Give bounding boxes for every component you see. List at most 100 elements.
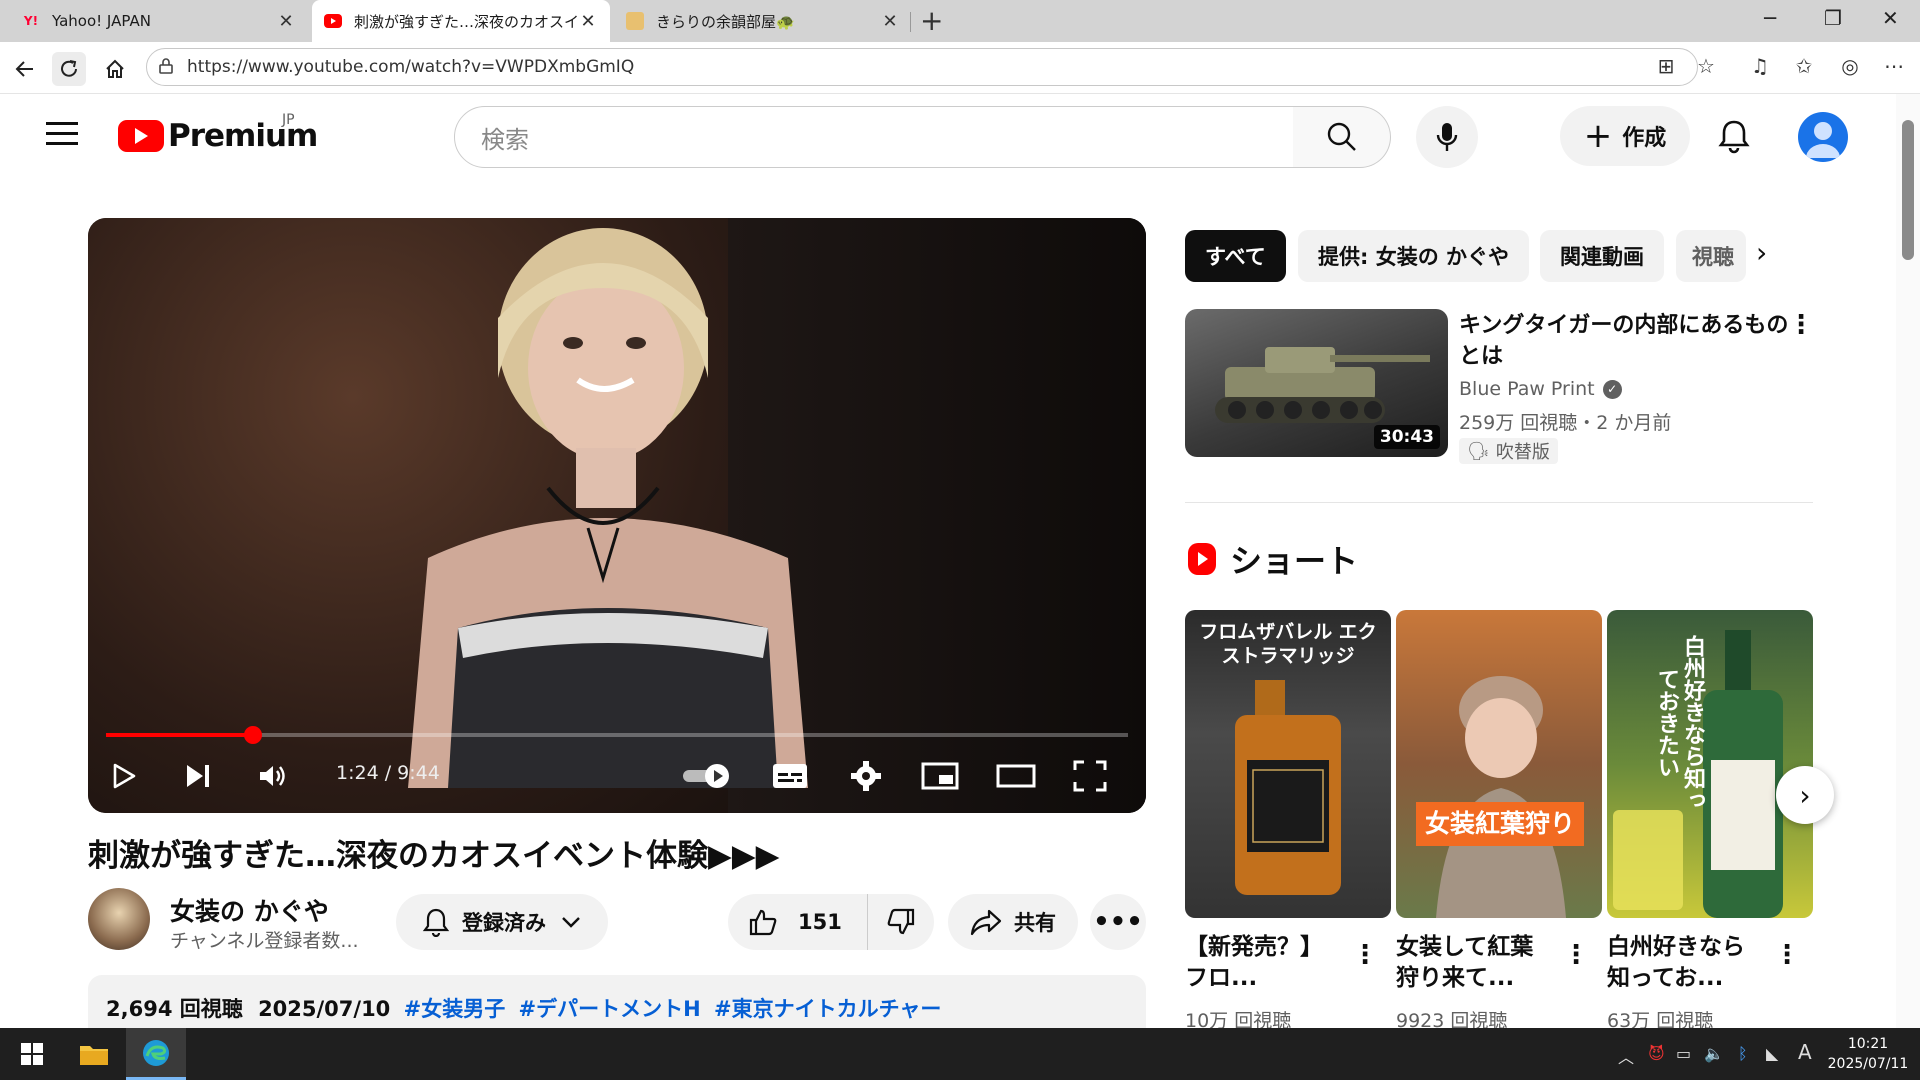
create-button[interactable]: + 作成 xyxy=(1560,106,1690,166)
tab-kirari[interactable]: きらりの余韻部屋🐢 ✕ xyxy=(614,0,912,42)
more-vertical-icon[interactable]: ⋮ xyxy=(1774,940,1800,970)
clock-date: 2025/07/11 xyxy=(1827,1056,1909,1072)
chip-related[interactable]: 関連動画 xyxy=(1540,230,1664,282)
fullscreen-icon xyxy=(1073,760,1107,792)
clock-time: 10:21 xyxy=(1847,1036,1889,1052)
chip-all[interactable]: すべて xyxy=(1185,230,1286,282)
time-display: 1:24 / 9:44 xyxy=(336,762,440,784)
folder-icon xyxy=(80,1046,108,1065)
search-button[interactable] xyxy=(1293,106,1391,168)
tab-title: Yahoo! JAPAN xyxy=(52,12,151,30)
new-tab-button[interactable]: + xyxy=(920,4,943,37)
volume-button[interactable] xyxy=(252,756,296,796)
menu-icon[interactable] xyxy=(46,122,78,146)
favorites-icon[interactable]: ✩ xyxy=(1790,54,1818,78)
voice-search-button[interactable] xyxy=(1416,106,1478,168)
short-title[interactable]: 女装して紅葉狩り来て... xyxy=(1396,932,1556,994)
bluetooth-icon[interactable]: ᛒ xyxy=(1738,1044,1748,1063)
create-label: 作成 xyxy=(1622,126,1667,151)
more-actions-button[interactable]: ••• xyxy=(1090,894,1146,950)
tray-app-icon[interactable]: 😈 xyxy=(1648,1044,1665,1063)
yahoo-favicon-icon: Y! xyxy=(23,14,39,28)
thumbs-down-icon xyxy=(887,908,915,935)
short-card[interactable]: 白州好きなら知っておきたい xyxy=(1607,610,1813,918)
network-icon[interactable]: ◣ xyxy=(1766,1044,1778,1063)
more-vertical-icon[interactable]: ⋮ xyxy=(1352,940,1378,970)
search-input[interactable]: 検索 xyxy=(454,106,1294,168)
share-button[interactable]: 共有 xyxy=(948,894,1078,950)
url-field[interactable]: https://www.youtube.com/watch?v=VWPDXmbG… xyxy=(146,48,1698,86)
channel-subscriber-count: チャンネル登録者数... xyxy=(170,930,359,952)
miniplayer-button[interactable] xyxy=(918,756,962,796)
subscribed-button[interactable]: 登録済み xyxy=(396,894,608,950)
home-button[interactable] xyxy=(98,52,132,86)
copilot-icon[interactable]: ◎ xyxy=(1836,54,1864,78)
volume-tray-icon[interactable]: 🔈 xyxy=(1704,1044,1724,1063)
close-window-button[interactable]: ✕ xyxy=(1882,6,1899,30)
tab-youtube-active[interactable]: 刺激が強すぎた…深夜のカオスイベント ✕ xyxy=(312,0,610,42)
dislike-button[interactable] xyxy=(868,894,934,950)
play-button[interactable] xyxy=(104,756,144,796)
more-vertical-icon[interactable]: ⋮ xyxy=(1788,310,1814,340)
reload-icon xyxy=(61,60,77,77)
short-overlay-text: 白州好きなら知っておきたい xyxy=(1654,635,1705,811)
more-menu-icon[interactable]: ⋯ xyxy=(1880,54,1908,78)
tab-yahoo[interactable]: Y! Yahoo! JAPAN ✕ xyxy=(10,0,308,42)
short-card[interactable]: フロムザバレル エクストラマリッジ xyxy=(1185,610,1391,918)
show-hidden-icons[interactable]: ︿ xyxy=(1618,1044,1634,1068)
account-avatar[interactable] xyxy=(1798,112,1848,162)
settings-button[interactable] xyxy=(844,756,888,796)
verified-check-icon: ✓ xyxy=(1602,379,1622,399)
notifications-bell-icon[interactable] xyxy=(1714,116,1754,156)
youtube-premium-logo[interactable]: Premium JP xyxy=(118,112,318,154)
hashtag-link[interactable]: #女装男子 xyxy=(404,997,506,1021)
chip-watched[interactable]: 視聴 xyxy=(1676,230,1746,282)
short-card[interactable]: 女装紅葉狩り xyxy=(1396,610,1602,918)
file-explorer-button[interactable] xyxy=(68,1028,120,1080)
whisky-bottle-image xyxy=(1235,680,1341,895)
theater-mode-button[interactable] xyxy=(994,756,1038,796)
autoplay-toggle[interactable] xyxy=(680,756,734,796)
back-arrow-icon xyxy=(15,61,33,77)
like-button[interactable]: 151 xyxy=(728,894,868,950)
minimize-button[interactable]: ─ xyxy=(1764,6,1776,30)
recommendation-channel[interactable]: Blue Paw Print ✓ xyxy=(1459,378,1622,400)
hashtag-link[interactable]: #デパートメントH xyxy=(519,997,701,1021)
recommendation-title[interactable]: キングタイガーの内部にあるものとは xyxy=(1459,310,1789,372)
ime-indicator[interactable]: A xyxy=(1798,1040,1812,1064)
hashtag-link[interactable]: #東京ナイトカルチャー xyxy=(714,997,941,1021)
start-button[interactable] xyxy=(8,1028,56,1080)
subtitles-button[interactable] xyxy=(768,756,812,796)
favorite-star-icon[interactable]: ☆ xyxy=(1692,54,1720,78)
channel-avatar[interactable] xyxy=(88,888,150,950)
progress-bar[interactable] xyxy=(106,726,1128,744)
chevron-right-icon[interactable]: › xyxy=(1756,236,1767,269)
read-aloud-icon[interactable]: ♫ xyxy=(1746,54,1774,78)
scrollbar-thumb[interactable] xyxy=(1902,120,1914,260)
autoplay-toggle-icon xyxy=(683,764,729,788)
edge-browser-button[interactable] xyxy=(126,1028,186,1080)
battery-icon[interactable]: ▭ xyxy=(1676,1044,1691,1063)
search-icon xyxy=(1327,122,1356,151)
shorts-next-button[interactable]: › xyxy=(1776,766,1834,824)
short-title[interactable]: 【新発売？】 フロ... xyxy=(1185,932,1345,994)
chip-from-channel[interactable]: 提供: 女装の かぐや xyxy=(1298,230,1530,282)
clock[interactable]: 10:21 2025/07/11 xyxy=(1822,1034,1914,1074)
search-placeholder: 検索 xyxy=(481,125,529,154)
close-tab-icon[interactable]: ✕ xyxy=(276,11,296,32)
next-video-button[interactable] xyxy=(178,756,218,796)
maximize-button[interactable]: ❐ xyxy=(1824,6,1842,30)
like-dislike-group: 151 xyxy=(728,894,934,950)
close-tab-icon[interactable]: ✕ xyxy=(578,11,598,32)
video-player[interactable]: 1:24 / 9:44 xyxy=(88,218,1146,813)
more-vertical-icon[interactable]: ⋮ xyxy=(1563,940,1589,970)
close-tab-icon[interactable]: ✕ xyxy=(880,11,900,32)
back-button[interactable] xyxy=(8,52,42,86)
region-label: JP xyxy=(282,112,295,128)
fullscreen-button[interactable] xyxy=(1068,756,1112,796)
app-available-icon[interactable]: ⊞ xyxy=(1652,54,1680,78)
recommendation-thumbnail[interactable]: 30:43 xyxy=(1185,309,1448,457)
channel-name[interactable]: 女装の かぐや xyxy=(170,892,329,928)
reload-button[interactable] xyxy=(52,52,86,86)
short-title[interactable]: 白州好きなら知ってお... xyxy=(1607,932,1767,994)
